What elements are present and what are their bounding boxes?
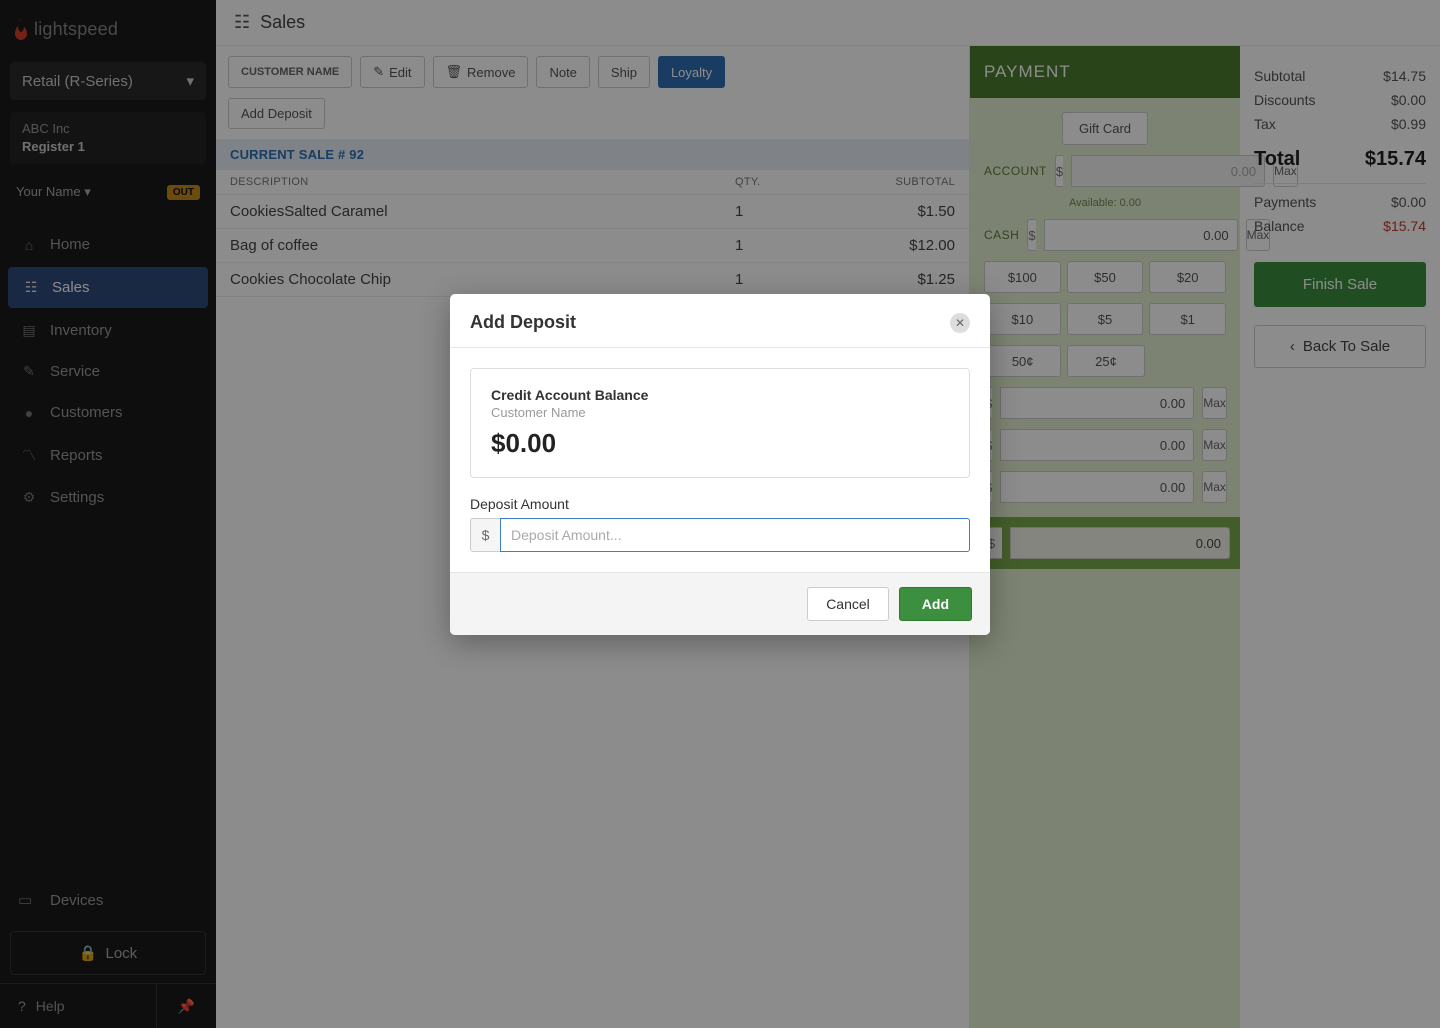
card-amount: $0.00 xyxy=(491,428,949,459)
deposit-amount-input[interactable] xyxy=(500,518,970,552)
card-title: Credit Account Balance xyxy=(491,387,949,403)
add-button[interactable]: Add xyxy=(899,587,972,621)
add-deposit-modal: Add Deposit ✕ Credit Account Balance Cus… xyxy=(450,294,990,635)
currency-prefix: $ xyxy=(470,518,500,552)
deposit-amount-label: Deposit Amount xyxy=(470,496,970,512)
credit-balance-card: Credit Account Balance Customer Name $0.… xyxy=(470,368,970,478)
cancel-button[interactable]: Cancel xyxy=(807,587,889,621)
card-subtitle: Customer Name xyxy=(491,405,949,420)
modal-overlay[interactable]: Add Deposit ✕ Credit Account Balance Cus… xyxy=(0,0,1440,1028)
close-icon[interactable]: ✕ xyxy=(950,313,970,333)
modal-title: Add Deposit xyxy=(470,312,576,333)
